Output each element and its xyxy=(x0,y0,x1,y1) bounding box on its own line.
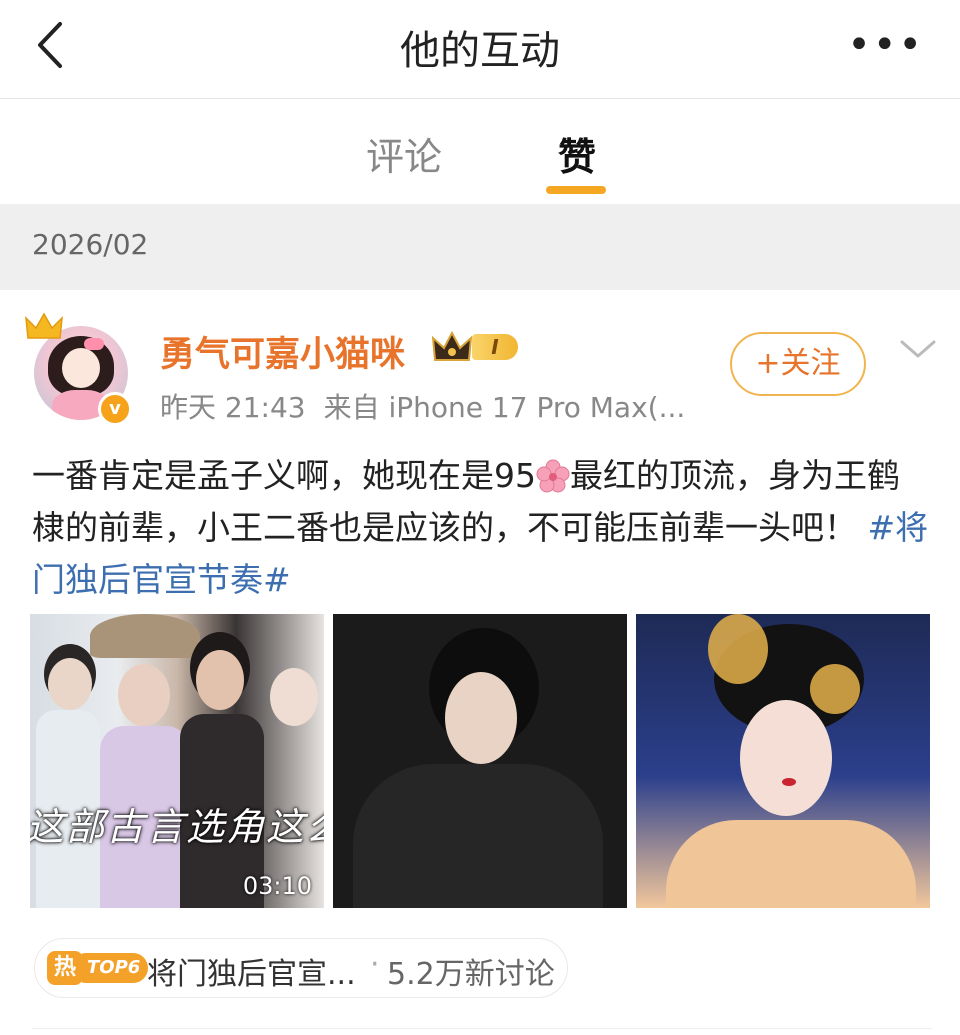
author-name[interactable]: 勇气可嘉小猫咪 xyxy=(160,326,405,377)
hair-ornament xyxy=(708,614,768,684)
avatar-bow xyxy=(84,338,104,350)
figure-face xyxy=(48,658,92,710)
figure-golden-robe xyxy=(666,820,916,908)
topic-chip[interactable]: 热 TOP6 将门独后官宣... · 5.2万新讨论 xyxy=(34,938,568,998)
topic-separator: · xyxy=(370,947,380,982)
vip-level-label: I xyxy=(472,334,518,360)
post-text-part1: 一番肯定是孟子义啊，她现在是95 xyxy=(32,456,536,495)
page-title: 他的互动 xyxy=(400,28,560,74)
verified-badge-icon: v xyxy=(98,392,132,426)
figure-face-3 xyxy=(196,650,244,710)
tab-likes[interactable]: 赞 xyxy=(558,126,596,181)
image-thumbnail[interactable] xyxy=(636,614,930,908)
image-thumbnail[interactable] xyxy=(333,614,627,908)
top-nav-bar: 他的互动 ••• xyxy=(0,0,960,99)
umbrella xyxy=(90,614,200,658)
image-grid: 这部古言选角这么难 03:10 xyxy=(30,614,930,908)
date-section-header: 2026/02 xyxy=(0,204,960,290)
figure-face xyxy=(740,700,832,816)
video-thumbnail[interactable]: 这部古言选角这么难 03:10 xyxy=(30,614,324,908)
post-card[interactable]: v 勇气可嘉小猫咪 I 昨天 21:43 来自 iPhone 17 Pro Max… xyxy=(0,290,960,1035)
date-label: 2026/02 xyxy=(32,228,149,261)
tab-comments[interactable]: 评论 xyxy=(366,126,442,181)
divider xyxy=(32,1028,932,1029)
hot-topic-icon: 热 xyxy=(47,951,83,985)
topic-title: 将门独后官宣... xyxy=(147,957,356,992)
topic-discussion-count: 5.2万新讨论 xyxy=(387,957,555,992)
top-rank-badge: TOP6 xyxy=(79,953,149,983)
avatar-face xyxy=(62,348,100,388)
figure-black-robe xyxy=(353,764,603,908)
figure-face xyxy=(445,672,517,764)
post-source: 来自 iPhone 17 Pro Max(... xyxy=(323,391,686,424)
figure-face-2 xyxy=(118,664,170,726)
follow-button[interactable]: +关注 xyxy=(730,332,866,396)
post-text: 一番肯定是孟子义啊，她现在是95 最红的顶流，身为王鹤棣的前辈，小王二番也是应该… xyxy=(32,450,932,606)
more-options-icon[interactable]: ••• xyxy=(847,22,924,68)
video-overlay-caption: 这部古言选角这么难 xyxy=(30,805,324,849)
hair-ornament-2 xyxy=(810,664,860,714)
post-time: 昨天 21:43 xyxy=(160,391,306,424)
active-tab-indicator xyxy=(546,186,606,194)
figure-lips xyxy=(782,778,796,786)
avatar-crown-icon xyxy=(25,312,63,339)
chevron-down-icon[interactable] xyxy=(898,334,938,364)
vip-crown-icon xyxy=(432,330,472,361)
post-meta: 昨天 21:43 来自 iPhone 17 Pro Max(... xyxy=(160,386,685,426)
figure-face-4 xyxy=(270,668,318,726)
tab-bar: 评论 赞 xyxy=(0,100,960,204)
video-duration: 03:10 xyxy=(242,872,312,900)
cherry-blossom-icon xyxy=(536,459,570,493)
